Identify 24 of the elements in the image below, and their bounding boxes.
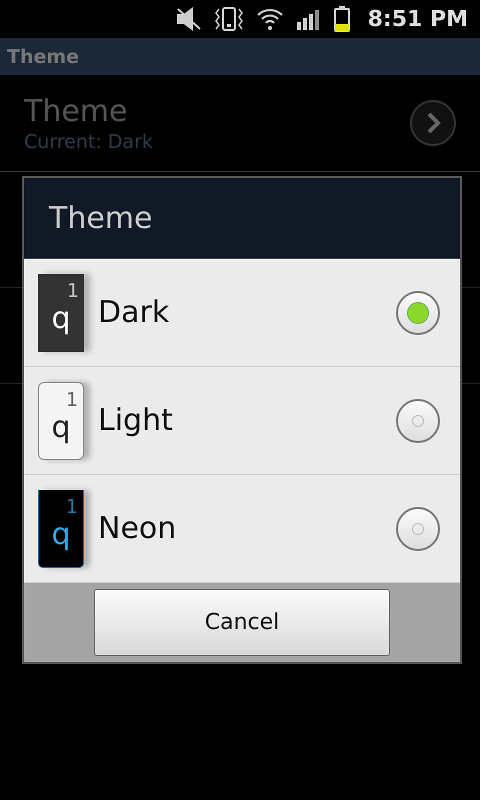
option-label: Dark bbox=[98, 295, 170, 330]
mute-icon bbox=[176, 7, 202, 31]
setting-summary: Current: Dark bbox=[24, 130, 154, 152]
option-label: Neon bbox=[98, 511, 178, 546]
radio-button[interactable] bbox=[396, 290, 440, 334]
wifi-icon bbox=[256, 7, 284, 31]
title-bar-text: Theme bbox=[7, 46, 80, 68]
radio-button[interactable] bbox=[396, 506, 440, 550]
key-preview: 1 q bbox=[38, 490, 84, 568]
clock-time: 8:51 PM bbox=[368, 6, 468, 32]
theme-option[interactable]: 1 q Neon bbox=[24, 475, 460, 583]
key-preview: 1 q bbox=[38, 274, 84, 352]
setting-title: Theme bbox=[24, 94, 128, 128]
key-preview: 1 q bbox=[38, 382, 84, 460]
dialog-title: Theme bbox=[49, 200, 152, 236]
battery-icon bbox=[334, 6, 350, 32]
option-label: Light bbox=[98, 403, 174, 438]
theme-option[interactable]: 1 q Light bbox=[24, 367, 460, 475]
chevron-right-icon[interactable] bbox=[410, 100, 456, 146]
vibrate-icon bbox=[214, 7, 244, 31]
cancel-button[interactable]: Cancel bbox=[94, 589, 390, 656]
radio-button[interactable] bbox=[396, 398, 440, 442]
theme-option[interactable]: 1 q Dark bbox=[24, 259, 460, 367]
signal-icon bbox=[296, 8, 322, 30]
